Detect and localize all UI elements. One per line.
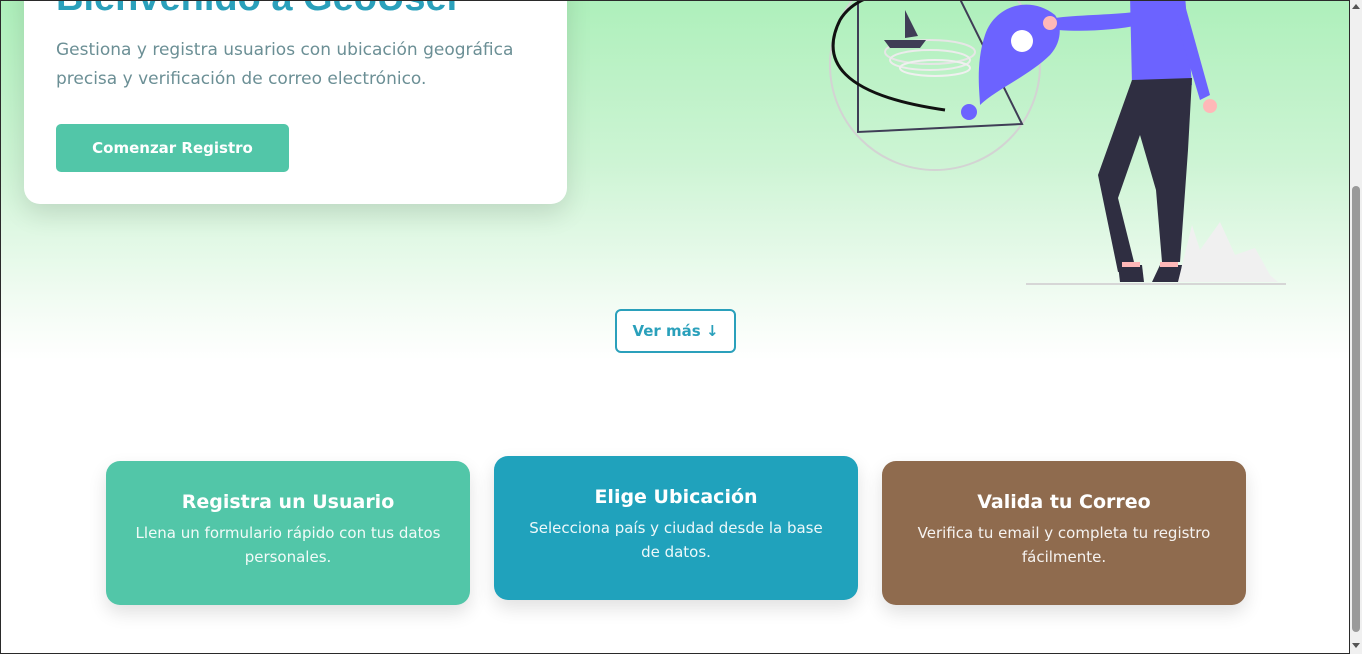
hero-title: Bienvenido a GeoUser <box>56 0 461 18</box>
start-registration-button[interactable]: Comenzar Registro <box>56 124 289 172</box>
scrollbar-thumb[interactable] <box>1352 186 1360 632</box>
vertical-scrollbar[interactable] <box>1350 0 1362 654</box>
see-more-button[interactable]: Ver más ↓ <box>615 309 736 353</box>
feature-card-text: Verifica tu email y completa tu registro… <box>917 524 1211 566</box>
hero-subtitle: Gestiona y registra usuarios con ubicaci… <box>56 40 514 89</box>
feature-card-title: Registra un Usuario <box>181 491 395 513</box>
feature-card-location: Elige Ubicación Selecciona país y ciudad… <box>494 456 858 600</box>
feature-card-title: Elige Ubicación <box>594 486 758 508</box>
plant-decoration <box>1178 222 1278 282</box>
feature-card-text: Selecciona país y ciudad desde la base d… <box>529 519 823 561</box>
hero-section: Bienvenido a GeoUser Gestiona y registra… <box>0 0 1350 360</box>
scroll-down-icon[interactable] <box>1352 643 1360 648</box>
feature-card-title: Valida tu Correo <box>977 491 1151 513</box>
scroll-up-icon[interactable] <box>1352 4 1360 9</box>
map-pin-person-illustration <box>829 0 1286 285</box>
sailboat-icon <box>884 10 926 48</box>
hero-card: Bienvenido a GeoUser Gestiona y registra… <box>24 0 567 204</box>
feature-card-register: Registra un Usuario Llena un formulario … <box>106 461 470 605</box>
feature-card-email: Valida tu Correo Verifica tu email y com… <box>882 461 1246 605</box>
feature-card-text: Llena un formulario rápido con tus datos… <box>135 524 441 566</box>
map-curve <box>831 0 946 112</box>
